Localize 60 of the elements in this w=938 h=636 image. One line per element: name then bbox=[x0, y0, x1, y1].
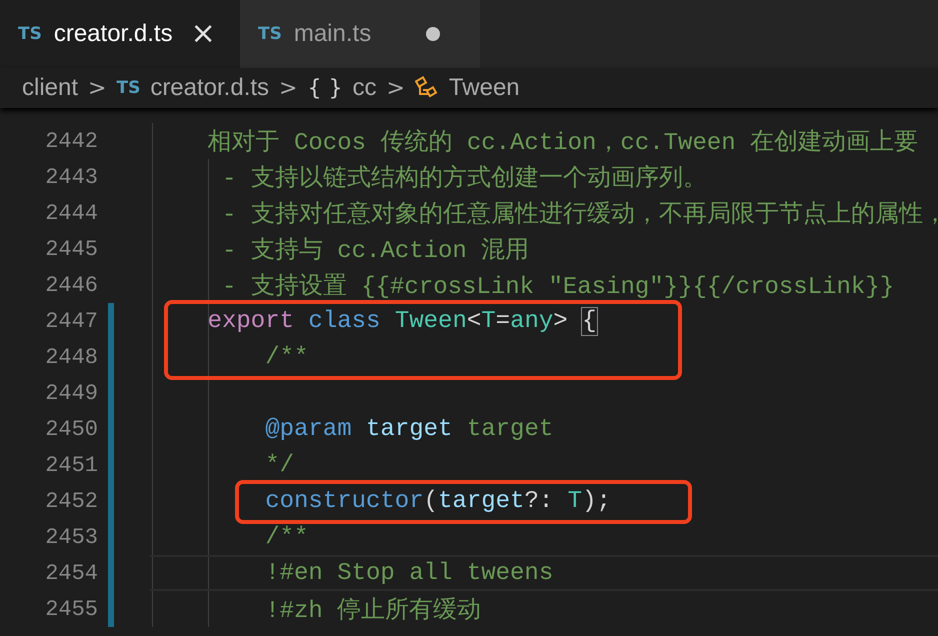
code-token: Tween bbox=[394, 308, 467, 334]
code-token: target bbox=[366, 416, 454, 442]
chevron-separator: > bbox=[88, 76, 106, 100]
editor-tab[interactable]: TS creator.d.ts × bbox=[0, 0, 240, 68]
tab-label: main.ts bbox=[294, 20, 372, 48]
line-number: 2451 bbox=[44, 452, 98, 478]
code-token: - 支持与 cc.Action 混用 bbox=[222, 236, 530, 265]
namespace-label: { } bbox=[307, 76, 342, 100]
line-number: 2454 bbox=[44, 560, 98, 586]
line-number: 2455 bbox=[44, 596, 98, 622]
code-token: /** bbox=[265, 344, 308, 370]
line-number: 2450 bbox=[44, 416, 98, 442]
code-token: { bbox=[582, 308, 597, 334]
line-number: 2448 bbox=[44, 344, 98, 370]
code-token: T bbox=[481, 308, 496, 334]
file-type-label: TS bbox=[258, 24, 282, 44]
code-token: ( bbox=[424, 488, 438, 514]
code-token: - 支持对任意对象的任意属性进行缓动，不再局限于节点上的属性， bbox=[222, 200, 938, 229]
code-token: */ bbox=[265, 452, 294, 478]
code-token: !#en Stop all tweens bbox=[265, 560, 554, 586]
code-token: /** bbox=[265, 524, 308, 550]
code-token: target bbox=[466, 416, 554, 442]
code-token: < bbox=[466, 308, 482, 334]
line-number: 2453 bbox=[44, 524, 98, 550]
code-token: @param bbox=[265, 416, 353, 442]
line-number: 2447 bbox=[44, 308, 98, 334]
line-number: 2443 bbox=[44, 164, 98, 190]
line-number: 2444 bbox=[44, 200, 98, 226]
code-token: > bbox=[553, 308, 569, 334]
file-type-label: TS bbox=[116, 78, 140, 98]
code-token: export bbox=[208, 308, 296, 334]
line-number: 2452 bbox=[44, 488, 98, 514]
chevron-separator: > bbox=[279, 76, 298, 100]
breadcrumb-item[interactable]: client bbox=[22, 74, 78, 102]
code-token: any bbox=[510, 308, 554, 334]
class-icon bbox=[414, 76, 439, 100]
line-number: 2446 bbox=[44, 272, 98, 298]
code-token: !#zh 停止所有缓动 bbox=[265, 596, 482, 625]
breadcrumb-item[interactable]: creator.d.ts bbox=[150, 74, 270, 102]
line-number: 2445 bbox=[44, 236, 98, 262]
close-button[interactable]: × bbox=[190, 19, 216, 49]
tab-label: creator.d.ts bbox=[54, 20, 173, 48]
code-token: 相对于 Cocos 传统的 cc.Action，cc.Tween 在创建动画上要 bbox=[208, 128, 918, 157]
code-token: - 支持以链式结构的方式创建一个动画序列。 bbox=[222, 164, 707, 193]
breadcrumb-item[interactable]: Tween bbox=[448, 74, 520, 102]
code-token: class bbox=[308, 308, 382, 334]
file-type-label: TS bbox=[18, 24, 42, 44]
breadcrumb-item[interactable]: cc bbox=[352, 74, 376, 102]
code-token: - 支持设置 {{#crossLink "Easing"}}{{/crossLink}} bbox=[222, 272, 894, 301]
editor-tab[interactable]: TS main.ts bbox=[240, 0, 480, 68]
code-token: constructor bbox=[265, 488, 424, 514]
code-token: ?: bbox=[524, 488, 554, 514]
unsaved-dot[interactable] bbox=[426, 27, 440, 41]
code-token: ); bbox=[582, 488, 611, 514]
line-number: 2442 bbox=[44, 128, 98, 154]
chevron-separator: > bbox=[386, 76, 405, 100]
line-number: 2449 bbox=[44, 380, 98, 406]
code-token: T bbox=[568, 488, 582, 514]
code-token: = bbox=[496, 308, 510, 334]
code-token: target bbox=[438, 488, 524, 514]
